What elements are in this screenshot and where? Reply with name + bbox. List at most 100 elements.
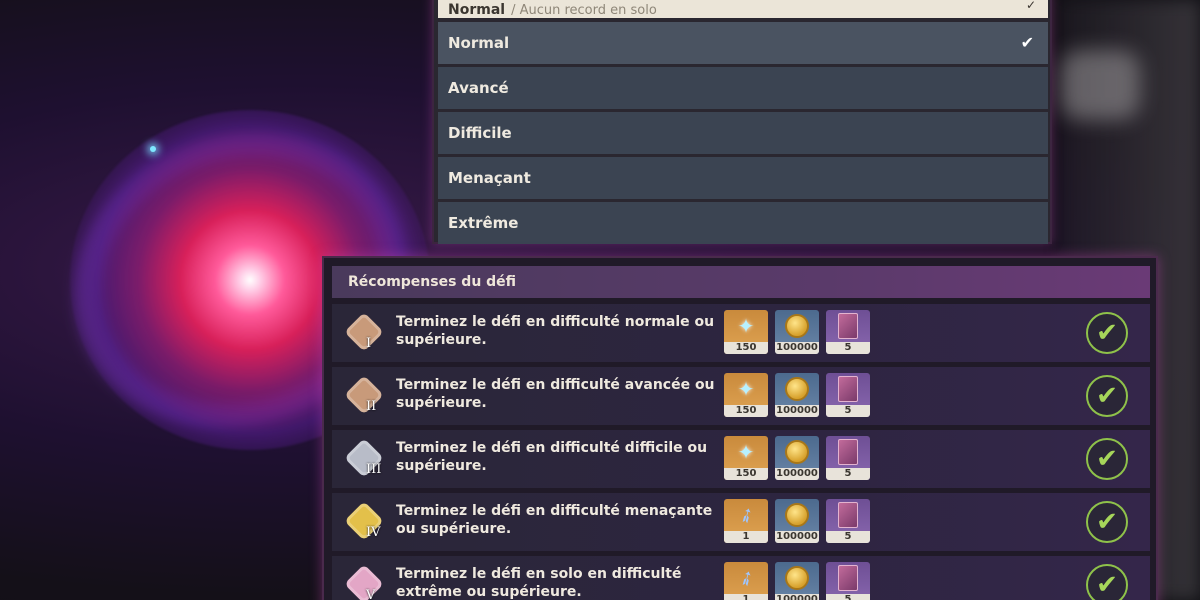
option-label: Normal [448, 34, 510, 52]
mora-icon [775, 499, 819, 531]
item-count: 5 [826, 342, 870, 354]
reward-requirement-text: Terminez le défi en difficulté avancée o… [396, 377, 715, 411]
reward-requirement-text: Terminez le défi en difficulté menaçante… [396, 503, 713, 537]
item-count: 5 [826, 405, 870, 417]
completed-check-icon: ✔ [1086, 312, 1128, 354]
option-menacant[interactable]: Menaçant [438, 157, 1048, 199]
quill-icon: ➶ [724, 499, 768, 531]
reward-item[interactable]: 5 [826, 310, 870, 354]
tier-number: II [366, 399, 377, 414]
option-extreme[interactable]: Extrême [438, 202, 1048, 244]
book-cover [838, 313, 858, 339]
mora-coin [785, 440, 809, 464]
quill-glyph: ➶ [732, 563, 760, 593]
option-normal[interactable]: Normal ✔ [438, 22, 1048, 64]
item-count: 150 [724, 405, 768, 417]
book-icon [826, 310, 870, 342]
tier-number: V [366, 588, 376, 600]
option-label: Difficile [448, 124, 512, 142]
book-cover [838, 565, 858, 591]
tier-badge-icon: I [344, 312, 384, 354]
badge-shape [344, 375, 384, 415]
primogem-icon: ✦ [724, 373, 768, 405]
mora-coin [785, 314, 809, 338]
completed-check-icon: ✔ [1086, 375, 1128, 417]
primogem-glyph: ✦ [737, 440, 755, 464]
book-icon [826, 562, 870, 594]
item-count: 1 [724, 531, 768, 543]
quill-icon: ➶ [724, 562, 768, 594]
book-cover [838, 376, 858, 402]
reward-item[interactable]: 100000 [775, 499, 819, 543]
mora-coin [785, 503, 809, 527]
item-count: 5 [826, 594, 870, 600]
mora-icon [775, 373, 819, 405]
badge-shape [344, 312, 384, 352]
selected-difficulty-label: Normal [448, 2, 506, 18]
completed-check-icon: ✔ [1086, 438, 1128, 480]
quill-glyph: ➶ [732, 500, 760, 530]
book-icon [826, 373, 870, 405]
reward-requirement-text: Terminez le défi en difficulté difficile… [396, 440, 708, 474]
primogem-icon: ✦ [724, 310, 768, 342]
item-count: 100000 [775, 405, 819, 417]
reward-item[interactable]: 100000 [775, 373, 819, 417]
option-label: Menaçant [448, 169, 531, 187]
item-count: 100000 [775, 531, 819, 543]
item-count: 5 [826, 531, 870, 543]
tier-badge-icon: V [344, 564, 384, 600]
reward-item[interactable]: ✦ 150 [724, 373, 768, 417]
reward-row: V Terminez le défi en solo en difficulté … [332, 556, 1150, 600]
reward-item[interactable]: 5 [826, 499, 870, 543]
mora-coin [785, 566, 809, 590]
mora-icon [775, 562, 819, 594]
difficulty-dropdown-header[interactable]: Normal / Aucun record en solo ✓ [438, 0, 1048, 18]
reward-item[interactable]: 100000 [775, 562, 819, 600]
background-star [150, 146, 156, 152]
primogem-icon: ✦ [724, 436, 768, 468]
item-count: 150 [724, 468, 768, 480]
reward-row: II Terminez le défi en difficulté avancée… [332, 367, 1150, 425]
option-avance[interactable]: Avancé [438, 67, 1048, 109]
primogem-glyph: ✦ [737, 314, 755, 338]
reward-item[interactable]: ➶ 1 [724, 499, 768, 543]
background-right-blob [1060, 50, 1140, 120]
option-difficile[interactable]: Difficile [438, 112, 1048, 154]
book-cover [838, 502, 858, 528]
reward-row: I Terminez le défi en difficulté normale … [332, 304, 1150, 362]
reward-requirement-text: Terminez le défi en solo en difficulté e… [396, 566, 682, 600]
reward-item[interactable]: 100000 [775, 436, 819, 480]
tier-number: I [366, 336, 372, 351]
mora-icon [775, 310, 819, 342]
reward-item[interactable]: ➶ 1 [724, 562, 768, 600]
tier-badge-icon: IV [344, 501, 384, 543]
tier-badge-icon: II [344, 375, 384, 417]
item-count: 150 [724, 342, 768, 354]
reward-item[interactable]: 5 [826, 562, 870, 600]
reward-item[interactable]: 100000 [775, 310, 819, 354]
difficulty-dropdown[interactable]: Normal / Aucun record en solo ✓ Normal ✔… [432, 0, 1052, 244]
reward-item[interactable]: ✦ 150 [724, 310, 768, 354]
reward-item[interactable]: 5 [826, 436, 870, 480]
item-count: 1 [724, 594, 768, 600]
badge-shape [344, 564, 384, 600]
mora-icon [775, 436, 819, 468]
reward-row: IV Terminez le défi en difficulté menaçan… [332, 493, 1150, 551]
chevron-down-icon: ✓ [1025, 0, 1036, 12]
tier-badge-icon: III [344, 438, 384, 480]
solo-record-status: / Aucun record en solo [511, 3, 657, 18]
reward-item[interactable]: ✦ 150 [724, 436, 768, 480]
reward-item[interactable]: 5 [826, 373, 870, 417]
item-count: 100000 [775, 468, 819, 480]
option-label: Avancé [448, 79, 509, 97]
tier-number: IV [366, 525, 381, 540]
book-cover [838, 439, 858, 465]
primogem-glyph: ✦ [737, 377, 755, 401]
book-icon [826, 436, 870, 468]
book-icon [826, 499, 870, 531]
challenge-rewards-panel: Récompenses du défi I Terminez le défi en… [322, 256, 1158, 600]
item-count: 100000 [775, 594, 819, 600]
tier-number: III [366, 462, 382, 477]
rewards-title: Récompenses du défi [332, 266, 1150, 298]
completed-check-icon: ✔ [1086, 501, 1128, 543]
